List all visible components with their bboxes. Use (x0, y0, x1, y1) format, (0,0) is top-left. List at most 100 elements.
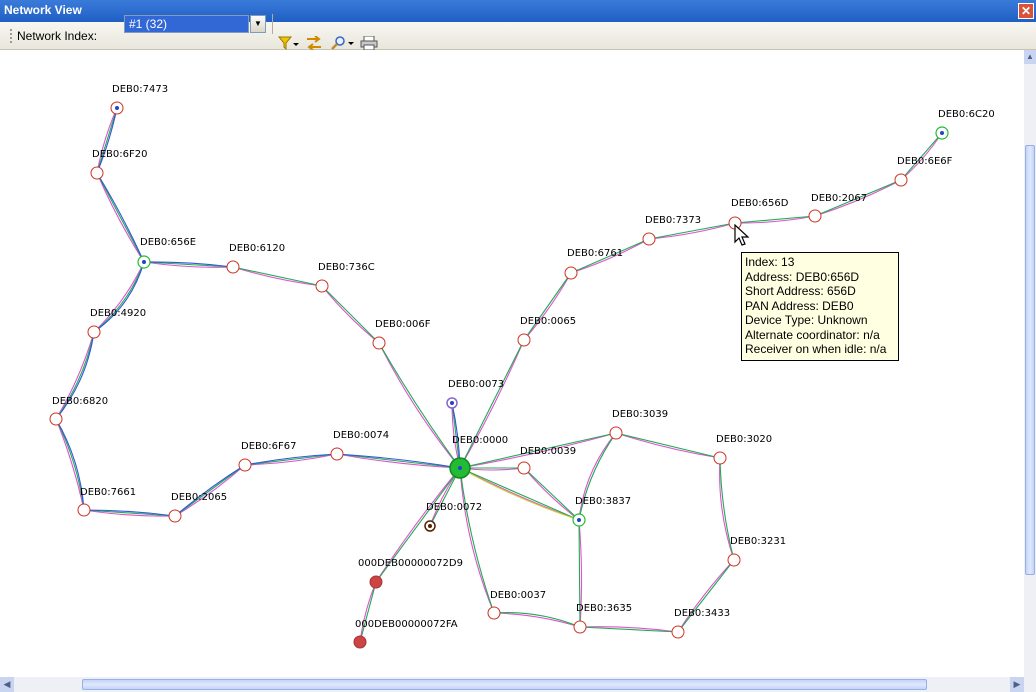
network-node[interactable]: DEB0:736C (315, 262, 375, 293)
network-node[interactable]: DEB0:3039 (609, 409, 668, 440)
network-node[interactable]: DEB0:3231 (727, 536, 786, 567)
node-label: DEB0:0072 (426, 502, 482, 513)
network-node[interactable]: DEB0:7373 (642, 215, 701, 246)
router-node-icon[interactable] (315, 279, 329, 293)
close-button[interactable]: ✕ (1018, 3, 1034, 19)
network-node[interactable]: DEB0:6E6F (894, 156, 953, 187)
router-node-icon[interactable] (727, 553, 741, 567)
network-node[interactable]: DEB0:3433 (671, 608, 730, 639)
node-label: DEB0:3635 (576, 603, 632, 614)
route-link (359, 581, 377, 643)
node-label: DEB0:0073 (448, 379, 504, 390)
route-link (615, 432, 721, 459)
network-node[interactable]: DEB0:0039 (517, 446, 576, 475)
network-node[interactable]: DEB0:6120 (226, 243, 285, 274)
node-label: DEB0:0074 (333, 430, 389, 441)
network-node[interactable]: DEB0:7473 (110, 84, 168, 115)
route-link (677, 559, 735, 633)
node-label: DEB0:3837 (575, 496, 631, 507)
horizontal-scroll-thumb[interactable] (82, 679, 927, 690)
node-label: DEB0:6C20 (938, 109, 995, 120)
end-device-node-icon[interactable] (369, 575, 383, 589)
node-label: DEB0:3433 (674, 608, 730, 619)
node-center-dot (115, 106, 119, 110)
node-label: DEB0:6761 (567, 248, 623, 259)
node-label: DEB0:6F67 (241, 441, 296, 452)
tooltip-line: Device Type: Unknown (745, 313, 868, 327)
tooltip-line: Short Address: 656D (745, 284, 856, 298)
router-node-icon[interactable] (671, 625, 685, 639)
node-label: DEB0:6820 (52, 396, 108, 407)
network-node[interactable]: DEB0:2065 (168, 492, 227, 523)
network-node[interactable]: DEB0:006F (372, 319, 431, 350)
router-node-icon[interactable] (87, 325, 101, 339)
node-label: DEB0:006F (375, 319, 431, 330)
route-link (336, 453, 461, 469)
router-node-icon[interactable] (226, 260, 240, 274)
router-node-icon[interactable] (609, 426, 623, 440)
network-index-dropdown-button[interactable]: ▼ (250, 15, 266, 33)
node-label: DEB0:7661 (80, 487, 136, 498)
node-label: DEB0:6F20 (92, 149, 147, 160)
network-node[interactable]: DEB0:0065 (517, 316, 576, 347)
router-node-icon[interactable] (330, 447, 344, 461)
route-link (459, 467, 495, 614)
vertical-scrollbar[interactable]: ▲ (1024, 50, 1036, 677)
network-node[interactable]: DEB0:0073 (446, 379, 504, 409)
node-label: DEB0:3231 (730, 536, 786, 547)
router-node-icon[interactable] (77, 503, 91, 517)
node-label: 000DEB00000072D9 (358, 558, 463, 569)
route-link (96, 107, 118, 174)
route-link (459, 339, 525, 469)
network-node[interactable]: DEB0:3020 (713, 434, 772, 465)
network-node[interactable]: DEB0:6C20 (935, 109, 995, 140)
scroll-left-button[interactable]: ◀ (0, 677, 14, 692)
router-node-icon[interactable] (517, 461, 531, 475)
network-index-select[interactable]: #1 (32) (124, 15, 249, 33)
router-node-icon[interactable] (894, 173, 908, 187)
node-center-dot (458, 466, 462, 470)
horizontal-scrollbar[interactable]: ◀ ▶ (0, 677, 1024, 692)
router-node-icon[interactable] (168, 509, 182, 523)
node-tooltip: Index: 13 Address: DEB0:656D Short Addre… (741, 252, 899, 361)
network-node[interactable]: 000DEB00000072FA (353, 619, 458, 649)
scroll-right-button[interactable]: ▶ (1010, 677, 1024, 692)
node-label: DEB0:656D (731, 198, 789, 209)
network-node[interactable]: DEB0:6F67 (238, 441, 296, 472)
network-node[interactable]: DEB0:3837 (572, 496, 631, 527)
end-device-node-icon[interactable] (353, 635, 367, 649)
router-node-icon[interactable] (573, 620, 587, 634)
router-node-icon[interactable] (372, 336, 386, 350)
router-node-icon[interactable] (808, 209, 822, 223)
network-index-label: Network Index: (17, 29, 98, 43)
vertical-scroll-thumb[interactable] (1025, 145, 1035, 575)
router-node-icon[interactable] (517, 333, 531, 347)
tooltip-line: Receiver on when idle: n/a (745, 342, 887, 356)
router-node-icon[interactable] (49, 412, 63, 426)
node-label: DEB0:7473 (112, 84, 168, 95)
scroll-corner (1024, 677, 1036, 692)
network-index-value: #1 (32) (129, 17, 168, 31)
route-link (523, 272, 572, 341)
router-node-icon[interactable] (238, 458, 252, 472)
network-canvas[interactable]: DEB0:7473 DEB0:6F20 DEB0:656E DEB0:6120 DEB0… (0, 50, 1024, 677)
route-link (93, 261, 145, 333)
route-link (459, 467, 495, 614)
scroll-up-button[interactable]: ▲ (1024, 50, 1036, 64)
tooltip-line: Alternate coordinator: n/a (745, 327, 880, 342)
tooltip-line: Index: 13 (745, 255, 795, 269)
router-node-icon[interactable] (90, 166, 104, 180)
network-node[interactable]: DEB0:4920 (87, 308, 146, 339)
router-node-icon[interactable] (642, 232, 656, 246)
toolbar-grip-icon[interactable] (10, 29, 12, 43)
node-label: DEB0:2067 (811, 193, 867, 204)
router-node-icon[interactable] (713, 451, 727, 465)
network-node[interactable]: DEB0:6820 (49, 396, 108, 426)
route-link (493, 612, 581, 628)
route-link (232, 266, 323, 287)
network-node[interactable]: 000DEB00000072D9 (358, 558, 463, 589)
mouse-cursor-icon (734, 224, 750, 246)
network-graph[interactable]: DEB0:7473 DEB0:6F20 DEB0:656E DEB0:6120 DEB0… (0, 50, 1024, 677)
router-node-icon[interactable] (564, 266, 578, 280)
router-node-icon[interactable] (487, 606, 501, 620)
